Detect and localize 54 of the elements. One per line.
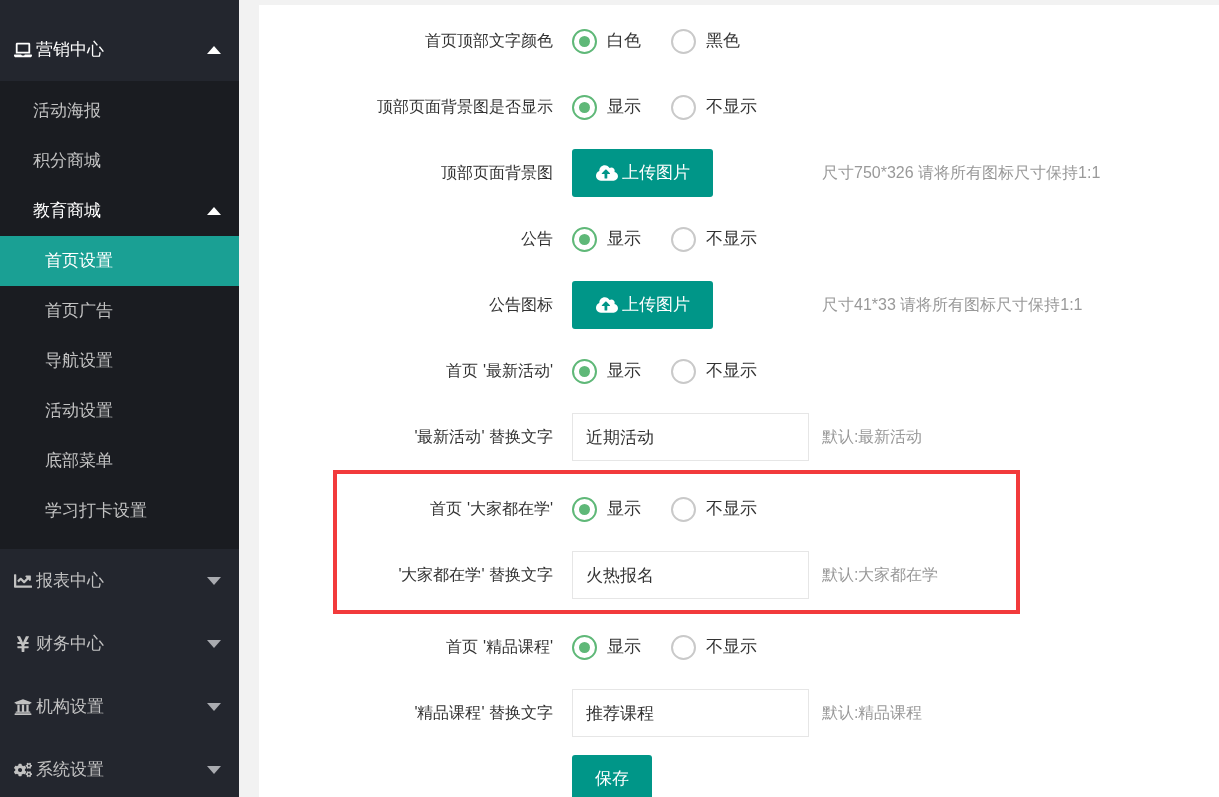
sidebar-subitem[interactable]: 导航设置 [0,336,239,386]
sidebar-menu[interactable]: 报表中心 [0,549,239,612]
radio-option[interactable]: 显示 [572,634,641,660]
input-field[interactable]: 推荐课程 [572,689,809,737]
line-chart-icon [14,571,32,590]
cloud-upload-icon [595,294,618,316]
upload-button[interactable]: 上传图片 [572,149,713,197]
radio-option[interactable]: 显示 [572,226,641,252]
bank-icon [14,697,32,716]
save-button[interactable]: 保存 [572,755,652,797]
radio-option[interactable]: 白色 [572,28,641,54]
sidebar-subitem[interactable]: 学习打卡设置 [0,486,239,536]
field-label: 公告 [521,230,553,247]
yen-icon [14,634,32,653]
sidebar-subitem[interactable]: 活动海报 [0,86,239,136]
sidebar-subitem[interactable]: 底部菜单 [0,436,239,486]
hint-text: 尺寸750*326 请将所有图标尺寸保持1:1 [822,163,1101,183]
laptop-icon [14,40,32,59]
sidebar-subitem[interactable]: 积分商城 [0,136,239,186]
radio-option[interactable]: 不显示 [671,226,757,252]
sidebar-subitem[interactable]: 教育商城 [0,186,239,236]
sidebar-menu[interactable]: 机构设置 [0,675,239,738]
hint-text: 默认:精品课程 [822,703,923,723]
sidebar-subitem[interactable]: 活动设置 [0,386,239,436]
radio-option[interactable]: 显示 [572,358,641,384]
radio-option[interactable]: 不显示 [671,634,757,660]
radio-option[interactable]: 不显示 [671,358,757,384]
radio-option[interactable]: 显示 [572,496,641,522]
field-label: 顶部页面背景图是否显示 [377,98,553,115]
upload-button[interactable]: 上传图片 [572,281,713,329]
field-label: 首页 '精品课程' [446,638,553,655]
field-label: '大家都在学' 替换文字 [398,566,553,583]
field-label: 首页顶部文字颜色 [425,32,553,49]
field-label: '最新活动' 替换文字 [414,428,553,445]
cloud-upload-icon [595,162,618,184]
sidebar-menu[interactable]: 财务中心 [0,612,239,675]
sidebar-menu[interactable]: 系统设置 [0,738,239,797]
field-label: '精品课程' 替换文字 [414,704,553,721]
sidebar-menu[interactable]: 营销中心 [0,18,239,81]
radio-option[interactable]: 不显示 [671,94,757,120]
hint-text: 默认:最新活动 [822,427,923,447]
gears-icon [14,760,32,779]
field-label: 顶部页面背景图 [441,164,553,181]
field-label: 首页 '大家都在学' [430,500,553,517]
field-label: 首页 '最新活动' [446,362,553,379]
input-field[interactable]: 近期活动 [572,413,809,461]
sidebar-subitem[interactable]: 首页广告 [0,286,239,336]
field-label: 公告图标 [489,296,553,313]
hint-text: 尺寸41*33 请将所有图标尺寸保持1:1 [822,295,1083,315]
radio-option[interactable]: 黑色 [671,28,740,54]
radio-option[interactable]: 显示 [572,94,641,120]
radio-option[interactable]: 不显示 [671,496,757,522]
hint-text: 默认:大家都在学 [822,565,939,585]
input-field[interactable]: 火热报名 [572,551,809,599]
